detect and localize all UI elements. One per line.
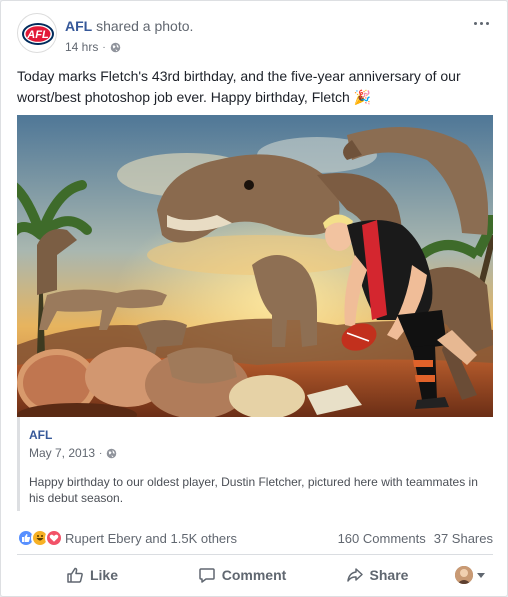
share-button[interactable]: Share [317,559,437,591]
post-author-line: AFL shared a photo. [65,18,193,34]
post-photo[interactable] [17,115,493,417]
actions-divider [17,554,493,555]
more-options-icon[interactable] [471,15,491,31]
post-action-text: shared a photo. [96,18,194,34]
share-icon [346,568,363,582]
post-meta: 14 hrs · [65,40,121,54]
comment-button[interactable]: Comment [167,559,317,591]
comments-count[interactable]: 160 Comments [338,531,426,546]
reactors-summary[interactable]: Rupert Ebery and 1.5K others [65,531,237,546]
reactions-bar: Rupert Ebery and 1.5K others 160 Comment… [17,527,493,549]
like-icon [67,567,83,583]
page-name-link[interactable]: AFL [65,18,92,34]
shared-post-text: Happy birthday to our oldest player, Dus… [29,475,478,505]
afl-logo-avatar[interactable]: AFL [17,13,57,53]
shared-post-attachment[interactable]: AFL May 7, 2013 · Happy birthday to our … [17,417,493,511]
shared-date[interactable]: May 7, 2013 [29,446,95,460]
user-avatar [455,566,473,584]
like-button[interactable]: Like [17,559,167,591]
post-actions: Like Comment Share [17,558,493,592]
like-label: Like [89,567,118,583]
share-label: Share [369,567,409,583]
engagement-counts: 160 Comments 37 Shares [338,531,493,546]
globe-icon [107,448,117,458]
post-as-selector[interactable] [455,566,493,584]
separator-dot: · [102,41,106,53]
chevron-down-icon [477,572,485,578]
svg-text:AFL: AFL [26,29,49,41]
post-status-text: Today marks Fletch's 43rd birthday, and … [17,68,461,105]
shares-count[interactable]: 37 Shares [434,531,493,546]
separator-dot: · [99,447,103,459]
globe-icon[interactable] [110,42,121,53]
post-card: AFL AFL shared a photo. 14 hrs · Today m… [0,0,508,597]
comment-icon [198,568,215,583]
comment-label: Comment [221,567,287,583]
post-time[interactable]: 14 hrs [65,40,98,54]
shared-page-name[interactable]: AFL [29,428,493,442]
post-header: AFL AFL shared a photo. 14 hrs · [17,13,493,55]
reaction-icons[interactable] [17,529,63,547]
shared-meta: May 7, 2013 · [29,446,493,460]
love-reaction-icon [45,529,63,547]
